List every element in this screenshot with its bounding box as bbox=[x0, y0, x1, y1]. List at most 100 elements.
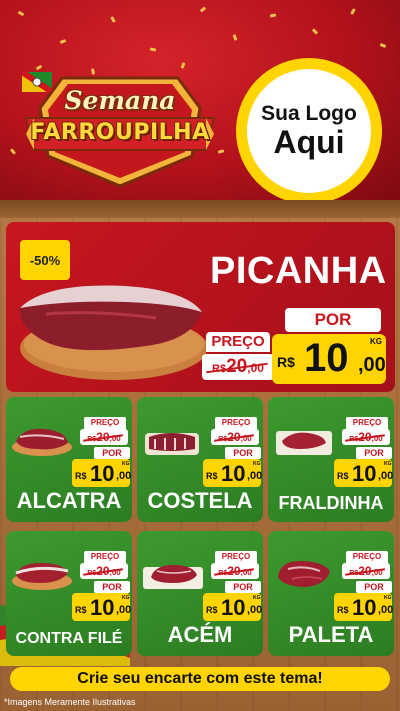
old-price-label: PREÇO bbox=[84, 417, 126, 429]
price-unit: KG bbox=[253, 461, 261, 467]
new-price-integer: 10 bbox=[352, 461, 377, 486]
product-name: PALETA bbox=[288, 622, 374, 647]
product-card-contra-file: PREÇO R$20,00 POR R$10,00 KG CONTRA FILÉ bbox=[6, 531, 132, 656]
old-price: R$20,00 bbox=[202, 354, 274, 380]
confetti bbox=[110, 16, 116, 23]
product-name: ALCATRA bbox=[16, 488, 122, 513]
logo-placeholder: Sua Logo Aqui bbox=[236, 58, 382, 200]
alcatra-image bbox=[12, 428, 72, 456]
old-price-label: PREÇO bbox=[215, 551, 257, 563]
fraldinha-image bbox=[276, 431, 332, 455]
new-price-label: POR bbox=[285, 308, 381, 332]
new-price-cents: ,00 bbox=[247, 604, 263, 616]
product-name: ACÉM bbox=[167, 622, 233, 647]
new-price-currency: R$ bbox=[337, 605, 349, 615]
wood-divider bbox=[0, 200, 400, 218]
disclaimer-text: *Imagens Meramente Ilustrativas bbox=[4, 697, 136, 707]
product-card-paleta: PREÇO R$20,00 POR R$10,00 KG PALETA bbox=[268, 531, 394, 656]
new-price-currency: R$ bbox=[337, 471, 349, 481]
old-price: R$20,00 bbox=[342, 563, 390, 579]
new-price: R$ 10,00 KG bbox=[72, 593, 132, 621]
confetti bbox=[59, 39, 67, 44]
new-price: R$ 10 ,00 KG bbox=[272, 334, 386, 384]
logo-text-line1: Sua Logo bbox=[261, 101, 357, 125]
old-price: R$20,00 bbox=[80, 429, 128, 445]
confetti bbox=[149, 47, 157, 52]
new-price-currency: R$ bbox=[75, 605, 87, 615]
product-card-acem: PREÇO R$20,00 POR R$10,00 KG ACÉM bbox=[137, 531, 263, 656]
featured-product-name: PICANHA bbox=[210, 250, 387, 292]
new-price-label: POR bbox=[225, 447, 261, 459]
product-card-alcatra: PREÇO R$20,00 POR R$10,00 KG ALCATRA bbox=[6, 397, 132, 522]
confetti bbox=[269, 13, 277, 18]
header-banner: Semana FARROUPILHA Sua Logo Aqui bbox=[0, 0, 400, 200]
costela-image bbox=[145, 433, 199, 455]
confetti bbox=[379, 43, 387, 48]
new-price-integer: 10 bbox=[352, 595, 377, 620]
new-price-cents: ,00 bbox=[358, 354, 386, 376]
new-price-label: POR bbox=[356, 447, 392, 459]
price-unit: KG bbox=[370, 337, 382, 346]
rs-flag-icon bbox=[22, 72, 52, 92]
new-price-label: POR bbox=[94, 581, 130, 593]
discount-badge: -50% bbox=[20, 240, 70, 280]
old-price: R$20,00 bbox=[211, 563, 259, 579]
new-price-integer: 10 bbox=[90, 461, 115, 486]
new-price-cents: ,00 bbox=[116, 470, 132, 482]
new-price-currency: R$ bbox=[206, 471, 218, 481]
acem-image bbox=[143, 565, 203, 589]
old-price-label: PREÇO bbox=[206, 332, 270, 352]
new-price-cents: ,00 bbox=[378, 604, 394, 616]
create-flyer-button[interactable]: Crie seu encarte com este tema! bbox=[10, 667, 390, 691]
new-price-label: POR bbox=[94, 447, 130, 459]
price-unit: KG bbox=[122, 461, 130, 467]
confetti bbox=[350, 8, 356, 15]
new-price-cents: ,00 bbox=[247, 470, 263, 482]
new-price-integer: 10 bbox=[221, 595, 246, 620]
old-price: R$20,00 bbox=[211, 429, 259, 445]
confetti bbox=[9, 148, 17, 155]
product-name: CONTRA FILÉ bbox=[15, 630, 123, 647]
confetti bbox=[180, 62, 186, 69]
new-price-label: POR bbox=[225, 581, 261, 593]
confetti bbox=[17, 10, 25, 17]
new-price: R$ 10,00 KG bbox=[334, 593, 394, 621]
confetti bbox=[311, 28, 319, 35]
old-price: R$20,00 bbox=[80, 563, 128, 579]
badge-title-farroupilha: FARROUPILHA bbox=[30, 120, 210, 145]
old-price-label: PREÇO bbox=[84, 551, 126, 563]
new-price: R$ 10,00 KG bbox=[334, 459, 394, 487]
new-price-currency: R$ bbox=[206, 605, 218, 615]
new-price-integer: 10 bbox=[304, 336, 349, 380]
new-price-currency: R$ bbox=[75, 471, 87, 481]
new-price-label: POR bbox=[356, 581, 392, 593]
old-price: R$20,00 bbox=[342, 429, 390, 445]
old-price-label: PREÇO bbox=[215, 417, 257, 429]
product-card-fraldinha: PREÇO R$20,00 POR R$10,00 KG FRALDINHA bbox=[268, 397, 394, 522]
price-unit: KG bbox=[384, 461, 392, 467]
old-price-label: PREÇO bbox=[346, 417, 388, 429]
new-price-integer: 10 bbox=[90, 595, 115, 620]
confetti bbox=[232, 34, 238, 41]
featured-product-card: -50% PICANHA PREÇO R$20,00 POR R$ 10 ,00… bbox=[6, 222, 395, 392]
confetti bbox=[217, 149, 225, 154]
old-price-label: PREÇO bbox=[346, 551, 388, 563]
confetti bbox=[199, 6, 207, 13]
new-price: R$ 10,00 KG bbox=[203, 593, 263, 621]
confetti bbox=[35, 64, 43, 71]
price-unit: KG bbox=[384, 595, 392, 601]
semana-farroupilha-badge: Semana FARROUPILHA bbox=[22, 72, 218, 190]
new-price: R$ 10,00 KG bbox=[72, 459, 132, 487]
contra-file-image bbox=[12, 563, 72, 590]
new-price: R$ 10,00 KG bbox=[203, 459, 263, 487]
paleta-image bbox=[278, 561, 330, 587]
price-unit: KG bbox=[253, 595, 261, 601]
product-card-costela: PREÇO R$20,00 POR R$10,00 KG COSTELA bbox=[137, 397, 263, 522]
new-price-cents: ,00 bbox=[116, 604, 132, 616]
price-unit: KG bbox=[122, 595, 130, 601]
product-name: COSTELA bbox=[147, 488, 253, 513]
new-price-currency: R$ bbox=[277, 354, 295, 370]
new-price-cents: ,00 bbox=[378, 470, 394, 482]
logo-text-line2: Aqui bbox=[273, 123, 345, 160]
product-name: FRALDINHA bbox=[278, 493, 384, 513]
